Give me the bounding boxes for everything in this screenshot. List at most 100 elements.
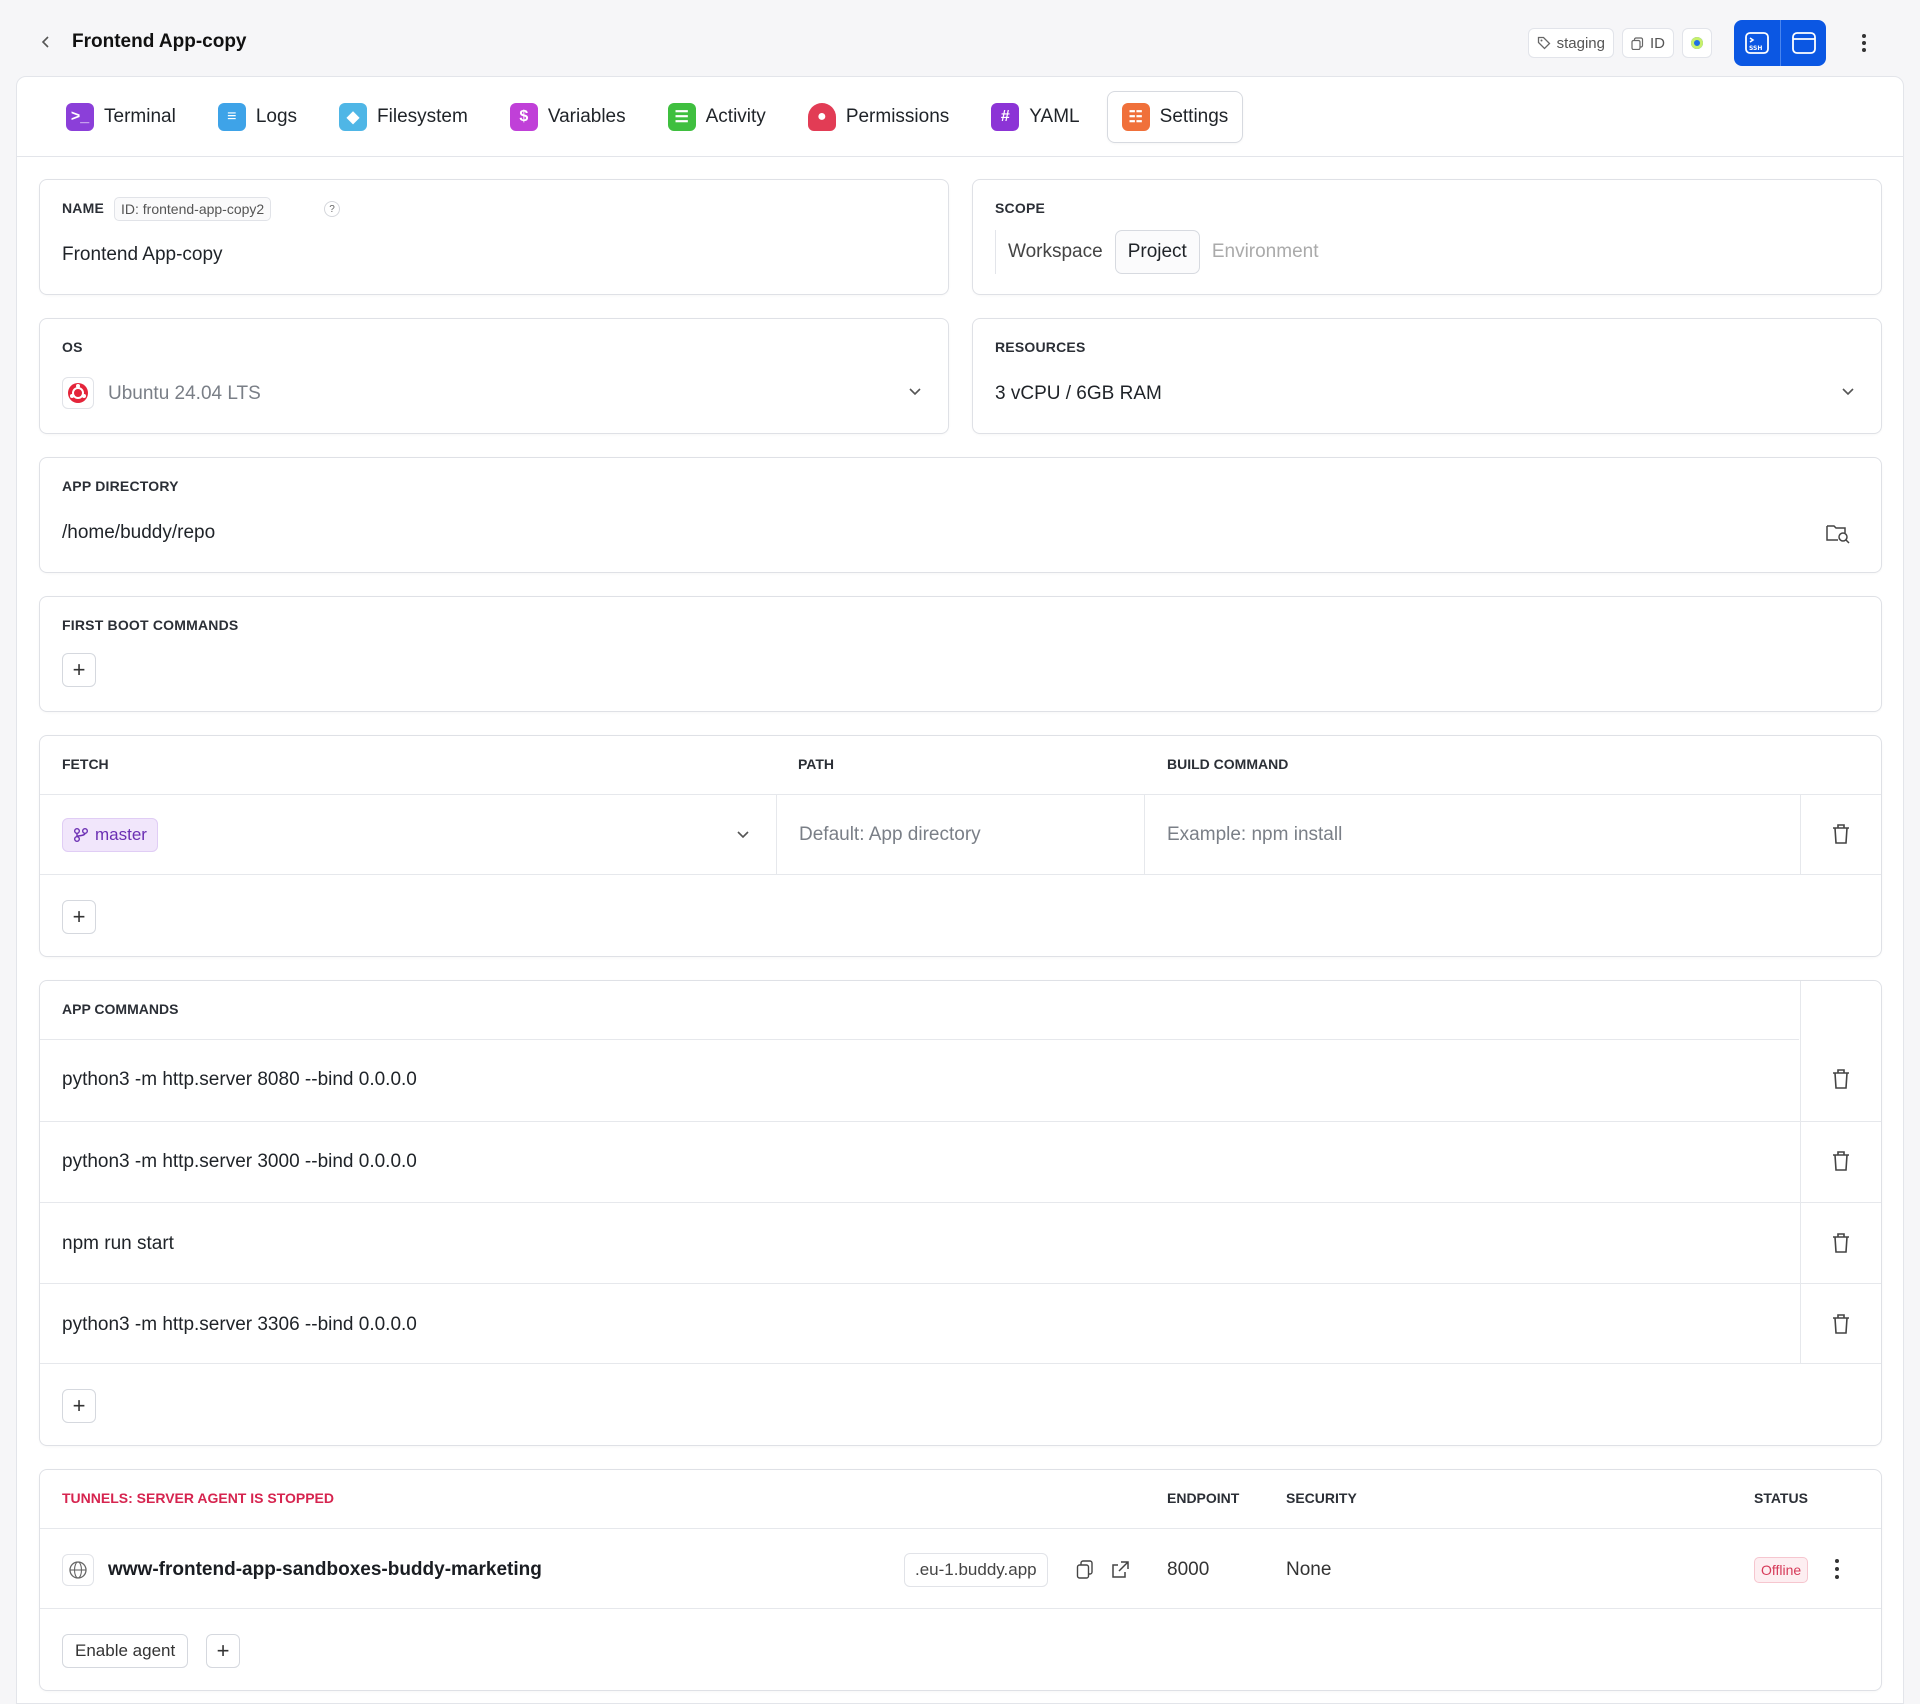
copy-icon	[1631, 36, 1644, 50]
tab-terminal[interactable]: >_ Terminal	[51, 91, 191, 143]
tunnel-menu-button[interactable]	[1834, 1558, 1840, 1586]
scope-project[interactable]: Project	[1114, 230, 1200, 274]
tunnel-domain: .eu-1.buddy.app	[904, 1553, 1048, 1587]
tab-permissions[interactable]: ● Permissions	[793, 91, 964, 143]
add-command-button[interactable]: +	[62, 1389, 96, 1423]
tab-label: Settings	[1159, 105, 1229, 127]
delete-command-button[interactable]	[1828, 1311, 1854, 1337]
dollar-icon: $	[509, 102, 538, 131]
scope-selector: Workspace Project Environment	[995, 230, 1331, 274]
browser-window-icon	[1791, 32, 1816, 54]
lock-icon: ●	[807, 102, 836, 131]
tag-chip[interactable]: staging	[1527, 28, 1614, 58]
globe-icon	[62, 1554, 94, 1586]
status-indicator[interactable]	[1682, 28, 1712, 58]
fetch-card: FETCH PATH BUILD COMMAND master Default:…	[39, 735, 1882, 957]
branch-name: master	[95, 825, 147, 844]
tunnels-card: TUNNELS: SERVER AGENT IS STOPPED ENDPOIN…	[39, 1469, 1882, 1691]
logs-icon: ≡	[217, 102, 246, 131]
fetch-header: FETCH	[62, 756, 109, 772]
tab-settings[interactable]: ☷ Settings	[1106, 90, 1244, 143]
back-button[interactable]	[30, 26, 62, 58]
tab-logs[interactable]: ≡ Logs	[203, 91, 312, 143]
tab-variables[interactable]: $ Variables	[495, 91, 641, 143]
tab-label: Logs	[255, 105, 298, 127]
status-header: STATUS	[1754, 1490, 1808, 1506]
command-item[interactable]: python3 -m http.server 3306 --bind 0.0.0…	[62, 1314, 417, 1336]
branch-selector[interactable]: master	[62, 818, 158, 852]
status-badge: Offline	[1754, 1557, 1809, 1583]
trash-icon	[1833, 1314, 1849, 1334]
ubuntu-logo-icon	[62, 377, 94, 409]
terminal-icon: >_	[66, 102, 94, 131]
more-menu-button[interactable]	[1844, 20, 1884, 66]
id-label: ID	[1650, 34, 1665, 52]
tunnels-header: TUNNELS: SERVER AGENT IS STOPPED	[62, 1490, 335, 1506]
tab-label: Activity	[705, 105, 766, 127]
os-label: OS	[62, 339, 83, 355]
chevron-down-icon[interactable]	[908, 387, 922, 397]
trash-icon	[1833, 1233, 1849, 1253]
os-card[interactable]: OS Ubuntu 24.04 LTS	[39, 318, 949, 434]
tunnel-endpoint: 8000	[1167, 1559, 1210, 1580]
command-item[interactable]: npm run start	[62, 1233, 174, 1255]
folder-search-icon[interactable]	[1825, 522, 1851, 544]
scope-card: SCOPE Workspace Project Environment	[972, 179, 1882, 295]
trash-icon	[1833, 1069, 1849, 1089]
add-tunnel-button[interactable]: +	[206, 1634, 240, 1668]
scope-workspace[interactable]: Workspace	[995, 230, 1115, 274]
chevron-down-icon[interactable]	[1841, 387, 1855, 397]
tag-icon	[1537, 36, 1551, 50]
top-bar: Frontend App-copy staging ID SSH	[24, 14, 1884, 70]
kebab-icon	[1835, 1559, 1839, 1579]
first-boot-card: FIRST BOOT COMMANDS +	[39, 596, 1882, 712]
build-header: BUILD COMMAND	[1167, 756, 1289, 772]
enable-agent-button[interactable]: Enable agent	[62, 1634, 189, 1668]
tunnel-security: None	[1286, 1559, 1332, 1580]
trash-icon	[1833, 824, 1849, 844]
command-item[interactable]: python3 -m http.server 8080 --bind 0.0.0…	[62, 1069, 417, 1091]
build-command-input[interactable]: Example: npm install	[1167, 824, 1342, 846]
delete-command-button[interactable]	[1828, 1230, 1854, 1256]
id-chip[interactable]: ID	[1622, 28, 1674, 58]
add-first-boot-button[interactable]: +	[62, 653, 96, 687]
app-commands-header: APP COMMANDS	[62, 1001, 179, 1017]
browser-button[interactable]	[1780, 20, 1826, 66]
tab-filesystem[interactable]: ◆ Filesystem	[324, 91, 483, 143]
os-value: Ubuntu 24.04 LTS	[108, 383, 261, 404]
ssh-button[interactable]: SSH	[1734, 20, 1780, 66]
page-title: Frontend App-copy	[72, 31, 247, 52]
chevron-down-icon[interactable]	[736, 830, 750, 840]
id-chip-name[interactable]: ID: frontend-app-copy2	[114, 197, 272, 221]
scope-environment[interactable]: Environment	[1200, 230, 1331, 274]
name-value[interactable]: Frontend App-copy	[62, 244, 223, 266]
connect-group: SSH	[1734, 20, 1826, 66]
command-item[interactable]: python3 -m http.server 3000 --bind 0.0.0…	[62, 1151, 417, 1173]
top-actions: staging ID SSH	[1527, 20, 1884, 66]
delete-fetch-button[interactable]	[1828, 821, 1854, 847]
help-icon[interactable]: ?	[324, 201, 340, 217]
tab-label: Terminal	[104, 105, 176, 127]
external-link-icon[interactable]	[1110, 1560, 1130, 1580]
copy-icon[interactable]	[1076, 1560, 1094, 1580]
resources-card[interactable]: RESOURCES 3 vCPU / 6GB RAM	[972, 318, 1882, 434]
name-label: NAME	[62, 200, 105, 216]
tunnel-name[interactable]: www-frontend-app-sandboxes-buddy-marketi…	[108, 1559, 542, 1581]
first-boot-label: FIRST BOOT COMMANDS	[62, 617, 239, 633]
git-branch-icon	[74, 828, 88, 842]
scope-label: SCOPE	[995, 200, 1046, 216]
name-card: NAME ID: frontend-app-copy2 ? Frontend A…	[39, 179, 949, 295]
security-header: SECURITY	[1286, 1490, 1357, 1506]
trash-icon	[1833, 1151, 1849, 1171]
app-directory-value[interactable]: /home/buddy/repo	[62, 522, 215, 544]
tab-yaml[interactable]: # YAML	[976, 91, 1094, 143]
app-commands-card: APP COMMANDS python3 -m http.server 8080…	[39, 980, 1882, 1446]
resources-label: RESOURCES	[995, 339, 1086, 355]
activity-icon: ☰	[667, 102, 696, 131]
delete-command-button[interactable]	[1828, 1148, 1854, 1174]
path-input[interactable]: Default: App directory	[799, 824, 981, 846]
add-fetch-button[interactable]: +	[62, 900, 96, 934]
tab-activity[interactable]: ☰ Activity	[653, 91, 781, 143]
delete-command-button[interactable]	[1828, 1066, 1854, 1092]
hash-icon: #	[991, 102, 1020, 131]
